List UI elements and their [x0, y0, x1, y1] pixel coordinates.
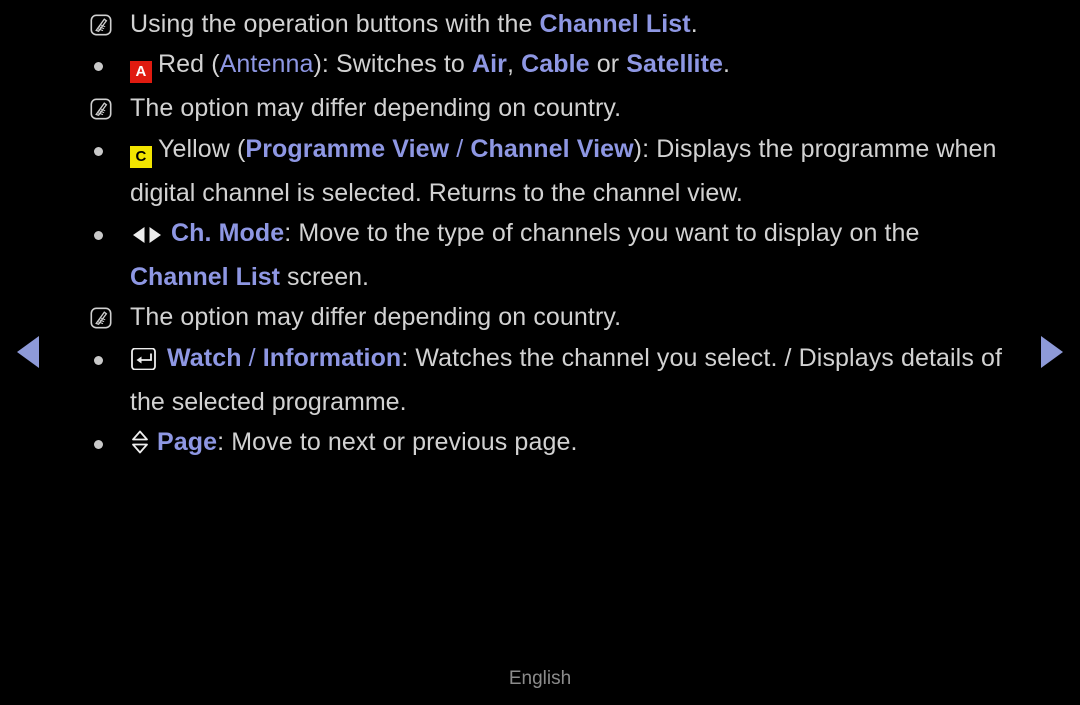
bullet-gutter: [90, 344, 130, 365]
seg: .: [723, 50, 731, 79]
note-gutter: [90, 10, 130, 36]
note-line: The option may differ depending on count…: [90, 94, 1040, 123]
note-text-pre: Using the operation buttons with the: [130, 10, 540, 38]
note-line: Using the operation buttons with the Cha…: [90, 10, 1040, 39]
note-text: The option may differ depending on count…: [130, 303, 622, 332]
bullet-text: Watch / Information: Watches the channel…: [130, 344, 1040, 377]
note-text: The option may differ depending on count…: [130, 94, 622, 123]
seg: Ch. Mode: [171, 218, 285, 247]
note-text: Using the operation buttons with the Cha…: [130, 10, 1040, 39]
note-gutter: [90, 303, 130, 329]
seg: Air: [471, 50, 508, 79]
bullet-line-watch-information: Watch / Information: Watches the channel…: [90, 344, 1040, 377]
note-gutter: [90, 94, 130, 120]
bullet-text: C Yellow (Programme View / Channel View):…: [130, 135, 1040, 168]
next-page-arrow-icon[interactable]: [1041, 336, 1063, 368]
bullet-dot-icon: [94, 146, 103, 156]
bullet-text: Page: Move to next or previous page.: [130, 428, 1040, 461]
note-icon: [90, 307, 112, 329]
seg: Channel List: [130, 263, 281, 291]
seg: : Watches the channel you select. / Disp…: [401, 343, 1003, 372]
tv-help-screen: Using the operation buttons with the Cha…: [0, 0, 1080, 705]
bullet-line-page: Page: Move to next or previous page.: [90, 428, 1040, 461]
seg: : Move to the type of channels you want …: [284, 218, 920, 247]
seg: Satellite: [626, 50, 724, 79]
seg: screen.: [280, 263, 369, 291]
up-down-arrows-icon: [130, 430, 150, 461]
bullet-gutter: [90, 50, 130, 72]
seg: ,: [507, 50, 522, 79]
bullet-line-red-antenna: A Red (Antenna): Switches to Air, Cable o…: [90, 50, 1040, 84]
bullet-continuation: digital channel is selected. Returns to …: [130, 178, 743, 207]
seg: Page: [157, 428, 218, 456]
seg: Information: [262, 343, 402, 372]
seg: Yellow (: [158, 134, 246, 163]
yellow-c-button-badge: C: [130, 145, 152, 168]
bullet-gutter: [90, 135, 130, 156]
seg: Watch: [167, 343, 242, 372]
bullet-dot-icon: [94, 62, 103, 72]
bullet-gutter: [90, 219, 130, 240]
bullet-continuation: Channel List screen.: [130, 263, 1040, 292]
left-right-arrows-icon: [130, 223, 164, 252]
seg: : Move to next or previous page.: [217, 428, 578, 456]
bullet-continuation: the selected programme.: [130, 387, 407, 416]
bullet-line-yellow-programme-view: C Yellow (Programme View / Channel View):…: [90, 135, 1040, 168]
seg: /: [241, 343, 263, 372]
bullet-text: Ch. Mode: Move to the type of channels y…: [130, 219, 1040, 252]
prev-page-arrow-icon[interactable]: [17, 336, 39, 368]
bullet-dot-icon: [94, 440, 103, 449]
note-text-post: .: [690, 10, 698, 38]
note-text-accent: Channel List: [539, 10, 691, 38]
seg: ): Switches to: [313, 50, 472, 79]
seg: Cable: [521, 50, 590, 79]
help-content: Using the operation buttons with the Cha…: [90, 10, 1040, 472]
bullet-text: A Red (Antenna): Switches to Air, Cable o…: [130, 50, 1040, 84]
seg: Antenna: [219, 50, 314, 79]
bullet-gutter: [90, 428, 130, 449]
seg: Programme View: [245, 134, 450, 163]
bullet-line-ch-mode: Ch. Mode: Move to the type of channels y…: [90, 219, 1040, 252]
enter-key-icon: [130, 347, 160, 377]
note-icon: [90, 98, 112, 120]
seg: /: [449, 134, 471, 163]
seg: Channel View: [470, 134, 634, 163]
note-icon: [90, 14, 112, 36]
red-a-button-badge: A: [130, 61, 152, 84]
seg: ): Displays the programme when: [633, 134, 997, 163]
bullet-dot-icon: [94, 355, 103, 365]
bullet-dot-icon: [94, 230, 103, 240]
seg: or: [589, 50, 627, 79]
note-line: The option may differ depending on count…: [90, 303, 1040, 332]
seg: Red (: [158, 50, 220, 79]
footer-language-label: English: [508, 668, 572, 689]
